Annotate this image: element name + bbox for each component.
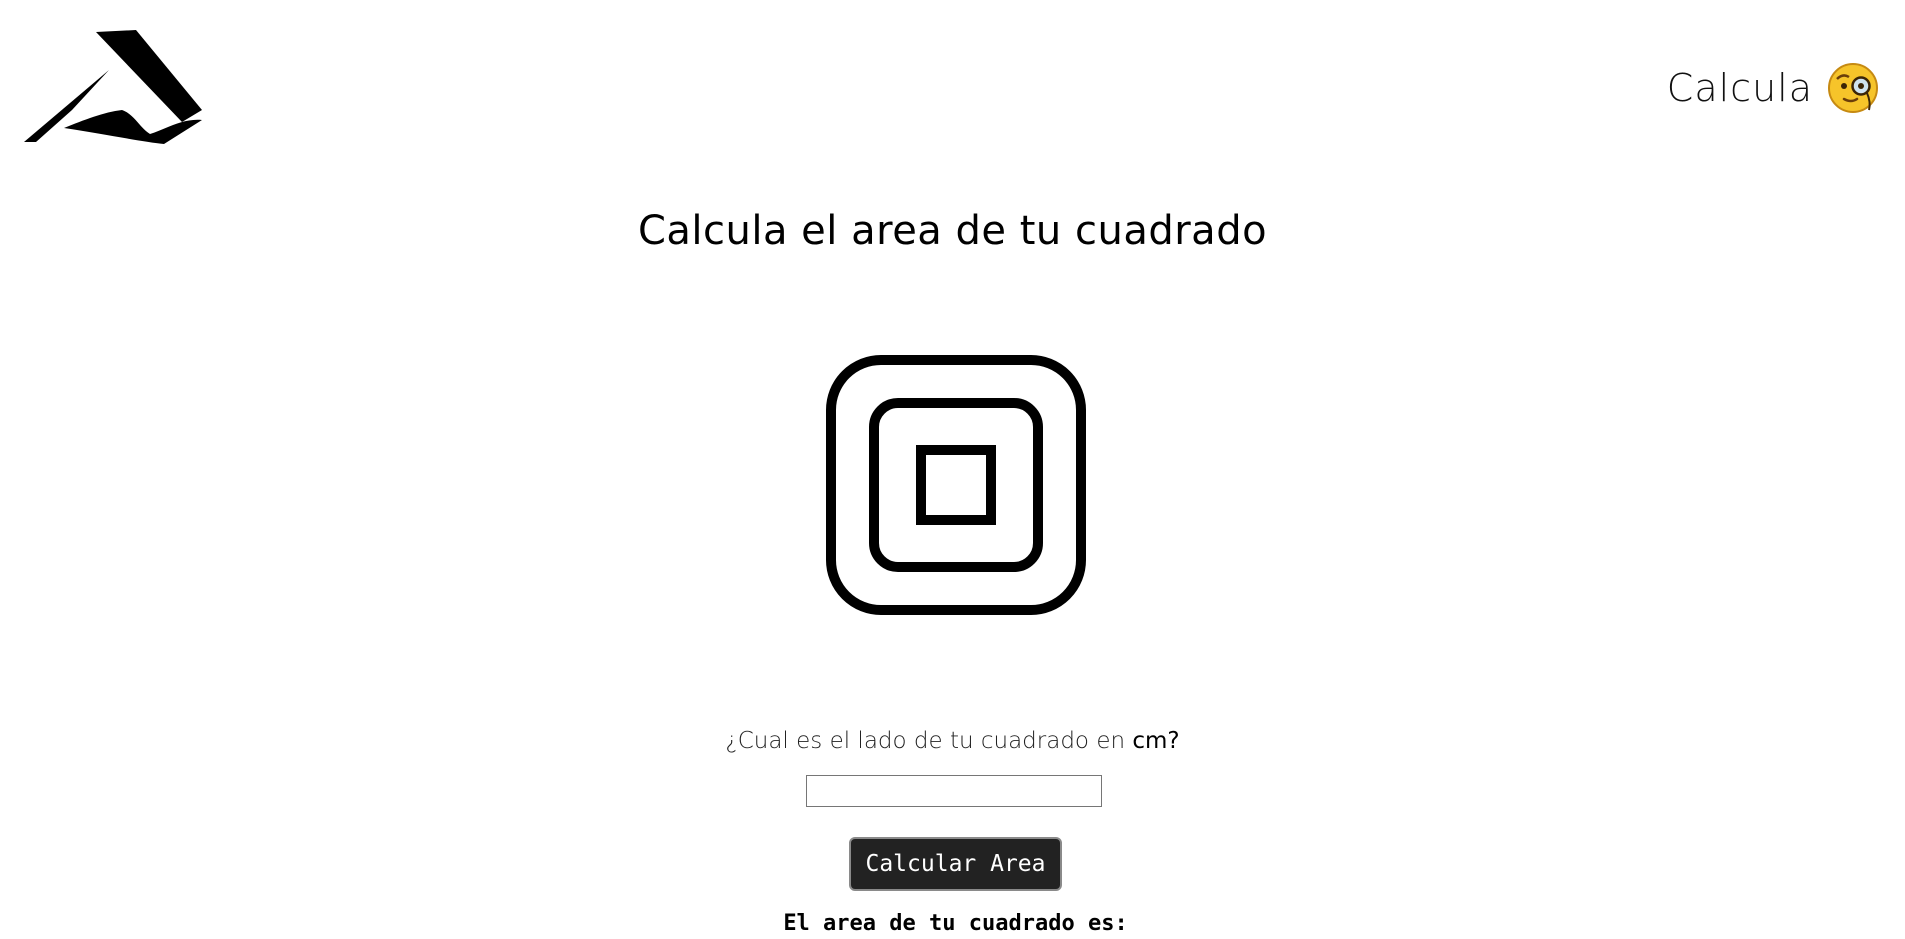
calculate-area-button[interactable]: Calcular Area <box>849 837 1062 891</box>
question-text: ¿Cual es el lado de tu cuadrado en <box>725 728 1133 754</box>
question-unit: cm? <box>1132 728 1180 754</box>
side-question: ¿Cual es el lado de tu cuadrado en cm? <box>0 728 1905 754</box>
result-label: El area de tu cuadrado es: <box>661 912 1250 939</box>
side-length-input[interactable] <box>806 775 1102 807</box>
abstract-mountain-logo-icon <box>24 30 202 144</box>
nested-squares-icon <box>826 355 1086 615</box>
page-title: Calcula el area de tu cuadrado <box>637 208 1268 254</box>
brand-label: Calcula <box>1666 66 1813 110</box>
brand[interactable]: Calcula <box>1667 62 1879 114</box>
page: Calcula Calcula el area de tu cuadrado ¿… <box>0 0 1905 939</box>
face-with-monocle-icon <box>1828 63 1878 113</box>
